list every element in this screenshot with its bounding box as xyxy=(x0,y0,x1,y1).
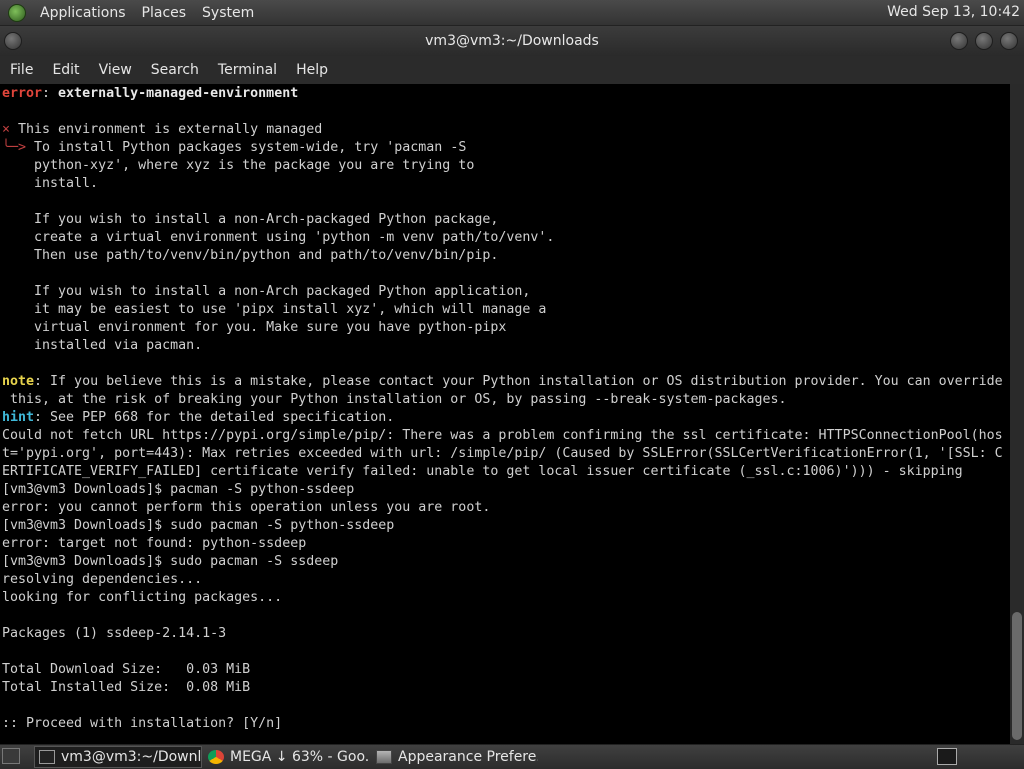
terminal-segment: × xyxy=(2,122,11,137)
terminal-line: error: externally-managed-environment xyxy=(2,86,298,101)
terminal-line: Then use path/to/venv/bin/python and pat… xyxy=(2,248,498,263)
top-panel: Applications Places System Wed Sep 13, 1… xyxy=(0,0,1024,26)
menu-edit[interactable]: Edit xyxy=(42,62,88,78)
terminal-menubar: File Edit View Search Terminal Help xyxy=(0,56,1024,84)
terminal-line: Could not fetch URL https://pypi.org/sim… xyxy=(2,428,1003,443)
terminal-segment: Total Installed Size: 0.08 MiB xyxy=(2,680,251,695)
terminal-line: create a virtual environment using 'pyth… xyxy=(2,230,554,245)
terminal-line: error: you cannot perform this operation… xyxy=(2,500,490,515)
scrollbar-thumb[interactable] xyxy=(1012,612,1022,740)
terminal-segment: If you wish to install a non-Arch packag… xyxy=(2,284,531,299)
terminal-line: t='pypi.org', port=443): Max retries exc… xyxy=(2,446,1003,461)
distro-logo-icon[interactable] xyxy=(8,3,26,22)
terminal-segment: looking for conflicting packages... xyxy=(2,590,283,605)
terminal-line: it may be easiest to use 'pipx install x… xyxy=(2,302,546,317)
terminal-line: ╰─> To install Python packages system-wi… xyxy=(2,140,466,155)
task-label: MEGA ↓ 63% - Goo... xyxy=(230,749,370,765)
clock[interactable]: Wed Sep 13, 10:42 xyxy=(887,4,1020,20)
terminal-segment: : If you believe this is a mistake, plea… xyxy=(34,374,1003,389)
menu-view[interactable]: View xyxy=(89,62,141,78)
terminal-text[interactable]: error: externally-managed-environment × … xyxy=(0,84,1010,733)
bottom-taskbar: vm3@vm3:~/Downl... MEGA ↓ 63% - Goo... A… xyxy=(0,744,1024,769)
show-desktop-icon[interactable] xyxy=(2,748,20,764)
menu-search[interactable]: Search xyxy=(141,62,208,78)
terminal-segment: it may be easiest to use 'pipx install x… xyxy=(2,302,547,317)
task-appearance[interactable]: Appearance Prefere... xyxy=(372,746,538,768)
terminal-segment: If you wish to install a non-Arch-packag… xyxy=(2,212,499,227)
terminal-segment: Then use path/to/venv/bin/python and pat… xyxy=(2,248,499,263)
terminal-segment: Could not fetch URL https://pypi.org/sim… xyxy=(2,428,1003,443)
terminal-segment: this, at the risk of breaking your Pytho… xyxy=(2,392,787,407)
terminal-line: this, at the risk of breaking your Pytho… xyxy=(2,392,787,407)
terminal-line: If you wish to install a non-Arch-packag… xyxy=(2,212,498,227)
terminal-scrollbar[interactable] xyxy=(1010,84,1024,744)
appearance-icon xyxy=(376,750,392,764)
terminal-line: × This environment is externally managed xyxy=(2,122,322,137)
terminal-segment: note xyxy=(2,374,35,389)
terminal-segment: t='pypi.org', port=443): Max retries exc… xyxy=(2,446,1003,461)
terminal-segment: This environment is externally managed xyxy=(10,122,323,137)
terminal-line: [vm3@vm3 Downloads]$ pacman -S python-ss… xyxy=(2,482,354,497)
minimize-button[interactable] xyxy=(950,32,968,50)
terminal-line: virtual environment for you. Make sure y… xyxy=(2,320,506,335)
terminal-line: [vm3@vm3 Downloads]$ sudo pacman -S pyth… xyxy=(2,518,394,533)
window-titlebar[interactable]: vm3@vm3:~/Downloads xyxy=(0,26,1024,56)
terminal-segment: hint xyxy=(2,410,35,425)
terminal-line: If you wish to install a non-Arch packag… xyxy=(2,284,530,299)
terminal-segment: error: you cannot perform this operation… xyxy=(2,500,491,515)
terminal-line: hint: See PEP 668 for the detailed speci… xyxy=(2,410,394,425)
terminal-line: [vm3@vm3 Downloads]$ sudo pacman -S ssde… xyxy=(2,554,338,569)
terminal-line: Packages (1) ssdeep-2.14.1-3 xyxy=(2,626,226,641)
menu-terminal[interactable]: Terminal xyxy=(208,62,286,78)
maximize-button[interactable] xyxy=(975,32,993,50)
terminal-segment: error: target not found: python-ssdeep xyxy=(2,536,307,551)
terminal-segment: [vm3@vm3 Downloads]$ sudo pacman -S ssde… xyxy=(2,554,339,569)
terminal-segment: [vm3@vm3 Downloads]$ sudo pacman -S pyth… xyxy=(2,518,395,533)
menu-file[interactable]: File xyxy=(0,62,42,78)
terminal-segment: resolving dependencies... xyxy=(2,572,203,587)
chrome-icon xyxy=(208,750,224,764)
terminal-segment: install. xyxy=(2,176,99,191)
terminal-segment: externally-managed-environment xyxy=(58,86,299,101)
terminal-icon xyxy=(39,750,55,764)
applications-menu[interactable]: Applications xyxy=(32,5,134,21)
terminal-segment: error xyxy=(2,86,43,101)
terminal-segment: create a virtual environment using 'pyth… xyxy=(2,230,555,245)
terminal-line: installed via pacman. xyxy=(2,338,202,353)
task-terminal[interactable]: vm3@vm3:~/Downl... xyxy=(34,746,202,768)
menu-help[interactable]: Help xyxy=(286,62,337,78)
close-button[interactable] xyxy=(1000,32,1018,50)
terminal-segment: : See PEP 668 for the detailed specifica… xyxy=(34,410,395,425)
terminal-line: Total Download Size: 0.03 MiB xyxy=(2,662,250,677)
terminal-segment: ERTIFICATE_VERIFY_FAILED] certificate ve… xyxy=(2,464,963,479)
terminal-segment: : xyxy=(42,86,59,101)
terminal-segment: :: Proceed with installation? [Y/n] xyxy=(2,716,283,731)
terminal-segment: To install Python packages system-wide, … xyxy=(26,140,467,155)
terminal-line: error: target not found: python-ssdeep xyxy=(2,536,306,551)
terminal-line: note: If you believe this is a mistake, … xyxy=(2,374,1003,389)
terminal-line: ERTIFICATE_VERIFY_FAILED] certificate ve… xyxy=(2,464,963,479)
terminal-line: install. xyxy=(2,176,98,191)
window-title: vm3@vm3:~/Downloads xyxy=(425,33,599,49)
terminal-segment: Total Download Size: 0.03 MiB xyxy=(2,662,251,677)
terminal-segment: installed via pacman. xyxy=(2,338,203,353)
terminal-segment: virtual environment for you. Make sure y… xyxy=(2,320,507,335)
terminal-segment: [vm3@vm3 Downloads]$ pacman -S python-ss… xyxy=(2,482,355,497)
terminal-line: python-xyz', where xyz is the package yo… xyxy=(2,158,474,173)
task-label: Appearance Prefere... xyxy=(398,749,538,765)
terminal-line: Total Installed Size: 0.08 MiB xyxy=(2,680,250,695)
terminal-tray-icon[interactable] xyxy=(937,748,957,765)
terminal-segment: python-xyz', where xyz is the package yo… xyxy=(2,158,475,173)
system-menu[interactable]: System xyxy=(194,5,262,21)
terminal-line: looking for conflicting packages... xyxy=(2,590,282,605)
places-menu[interactable]: Places xyxy=(134,5,195,21)
task-label: vm3@vm3:~/Downl... xyxy=(61,749,202,765)
terminal-output[interactable]: error: externally-managed-environment × … xyxy=(0,84,1010,744)
terminal-segment: Packages (1) ssdeep-2.14.1-3 xyxy=(2,626,227,641)
terminal-line: resolving dependencies... xyxy=(2,572,202,587)
terminal-segment: ╰─> xyxy=(2,140,27,155)
task-chrome[interactable]: MEGA ↓ 63% - Goo... xyxy=(204,746,370,768)
terminal-line: :: Proceed with installation? [Y/n] xyxy=(2,716,282,731)
